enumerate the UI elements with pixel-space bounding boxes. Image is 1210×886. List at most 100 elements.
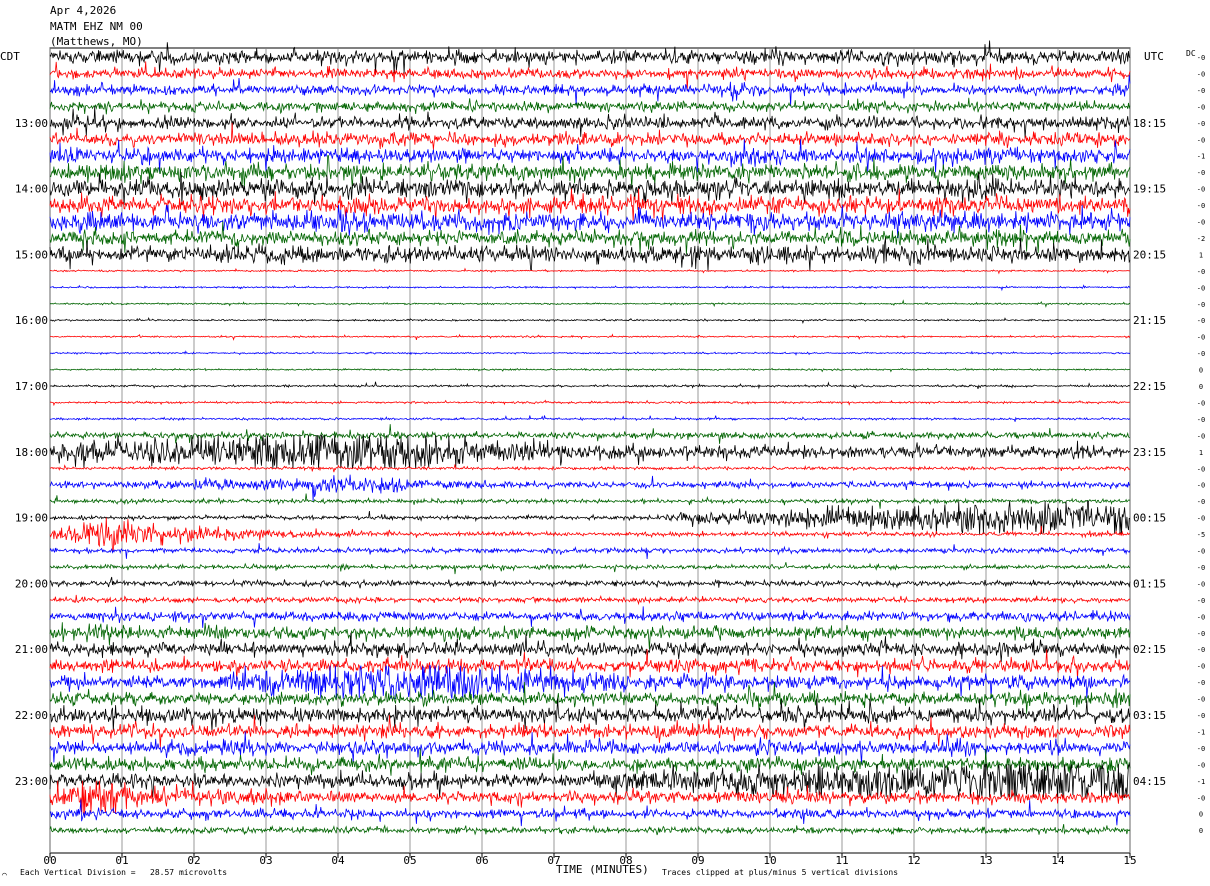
seismic-trace (49, 576, 1131, 589)
seismic-trace (49, 780, 1131, 814)
seismic-trace (49, 562, 1131, 575)
scale-note: Each Vertical Division = 28.57 microvolt… (20, 868, 228, 877)
seismic-trace (49, 748, 1131, 776)
utc-hour-label: 20:15 (1133, 248, 1166, 261)
x-tick-label: 12 (907, 854, 920, 867)
seismic-trace (49, 74, 1131, 107)
dc-offset-label: -0 (1197, 54, 1205, 62)
dc-offset-label: -0 (1197, 663, 1205, 671)
x-tick-label: 15 (1123, 854, 1136, 867)
utc-hour-label: 04:15 (1133, 775, 1166, 788)
seismic-trace (50, 464, 1131, 473)
seismic-trace (49, 155, 1131, 189)
seismic-trace (49, 500, 1131, 535)
cdt-hour-label: 13:00 (15, 117, 48, 130)
seismic-trace (49, 763, 1131, 799)
dc-offset-label: -0 (1197, 350, 1205, 358)
x-tick-label: 02 (187, 854, 200, 867)
dc-offset-label: -0 (1197, 268, 1205, 276)
dc-offset-label: -0 (1197, 548, 1205, 556)
dc-offset-label: -0 (1197, 696, 1205, 704)
dc-offset-label: -0 (1197, 580, 1205, 588)
seismic-trace (49, 632, 1131, 663)
dc-offset-label: -0 (1197, 103, 1205, 111)
dc-offset-label: -0 (1197, 70, 1205, 78)
utc-hour-label: 19:15 (1133, 183, 1166, 196)
seismic-trace (49, 40, 1131, 74)
x-tick-label: 14 (1051, 854, 1065, 867)
dc-offset-label: -5 (1197, 531, 1205, 539)
seismic-trace (49, 284, 1131, 292)
cdt-hour-label: 19:00 (15, 512, 48, 525)
seismic-trace (49, 237, 1131, 272)
seismic-trace (49, 434, 1131, 469)
clip-note: Traces clipped at plus/minus 5 vertical … (662, 868, 899, 877)
seismic-trace (49, 799, 1131, 827)
x-tick-label: 13 (979, 854, 992, 867)
seismic-trace (49, 622, 1131, 650)
traces (49, 40, 1131, 836)
dc-offset-label: -1 (1197, 778, 1205, 786)
x-tick-label: 11 (835, 854, 848, 867)
seismic-trace (49, 97, 1131, 115)
utc-hour-label: 02:15 (1133, 643, 1166, 656)
dc-offset-label: -0 (1197, 432, 1205, 440)
cdt-hour-label: 17:00 (15, 380, 48, 393)
seismic-trace (49, 681, 1131, 714)
dc-offset-label: -0 (1197, 515, 1205, 523)
x-axis-title: TIME (MINUTES) (556, 863, 649, 876)
utc-hour-label: 18:15 (1133, 117, 1166, 130)
utc-hour-label: 23:15 (1133, 446, 1166, 459)
dc-offset-label: -0 (1197, 597, 1205, 605)
cdt-hour-label: 20:00 (15, 577, 48, 590)
seismic-trace (49, 367, 1131, 373)
helicorder-plot: 00 01 02 03 04 05 06 07 08 09 10 11 12 13 14 15-0-0-0-0… (15, 40, 1205, 867)
seismic-trace (49, 398, 1131, 407)
seismic-trace (49, 267, 1131, 275)
cdt-hour-label: 21:00 (15, 643, 48, 656)
seismic-trace (49, 122, 1131, 150)
dc-offset-label: 0 (1199, 383, 1203, 391)
dc-offset-label: -0 (1197, 202, 1205, 210)
utc-hour-label: 03:15 (1133, 709, 1166, 722)
dc-offset-label: -0 (1197, 87, 1205, 95)
dc-offset-label: -0 (1197, 646, 1205, 654)
cdt-hour-label: 15:00 (15, 248, 48, 261)
x-tick-label: 05 (403, 854, 416, 867)
x-tick-label: 03 (259, 854, 272, 867)
seismic-trace (49, 698, 1131, 732)
dc-offset-label: -0 (1197, 712, 1205, 720)
dc-offset-label: -2 (1197, 235, 1205, 243)
seismic-trace (49, 299, 1131, 308)
dc-offset-label: -0 (1197, 120, 1205, 128)
dc-offset-label: -0 (1197, 630, 1205, 638)
dc-offset-label: -0 (1197, 482, 1205, 490)
dc-offset-label: -0 (1197, 136, 1205, 144)
seismic-trace (49, 61, 1131, 90)
cdt-hour-label: 22:00 (15, 709, 48, 722)
seismic-trace (49, 824, 1131, 836)
seismic-trace (49, 424, 1131, 444)
dc-offset-label: -1 (1197, 153, 1205, 161)
dc-offset-label: -0 (1197, 334, 1205, 342)
x-tick-label: 06 (475, 854, 488, 867)
dc-offset-label: -0 (1197, 498, 1205, 506)
dc-offset-label: -0 (1197, 761, 1205, 769)
utc-hour-label: 00:15 (1133, 512, 1166, 525)
seismic-trace (49, 139, 1131, 173)
seismic-trace (49, 594, 1131, 606)
seismic-trace (49, 731, 1131, 765)
seismic-trace (49, 350, 1131, 356)
dc-offset-label: -1 (1197, 728, 1205, 736)
seismic-trace (49, 106, 1131, 139)
dc-offset-label: -0 (1197, 745, 1205, 753)
dc-offset-label: -0 (1197, 399, 1205, 407)
dc-offset-label: -0 (1197, 301, 1205, 309)
dc-offset-label: -0 (1197, 186, 1205, 194)
corner-mark: ⌒ (2, 870, 7, 879)
dc-offset-label: 0 (1199, 827, 1203, 835)
x-tick-label: 00 (43, 854, 56, 867)
dc-offset-label: -0 (1197, 465, 1205, 473)
seismic-trace (49, 649, 1131, 680)
cdt-hour-label: 14:00 (15, 183, 48, 196)
